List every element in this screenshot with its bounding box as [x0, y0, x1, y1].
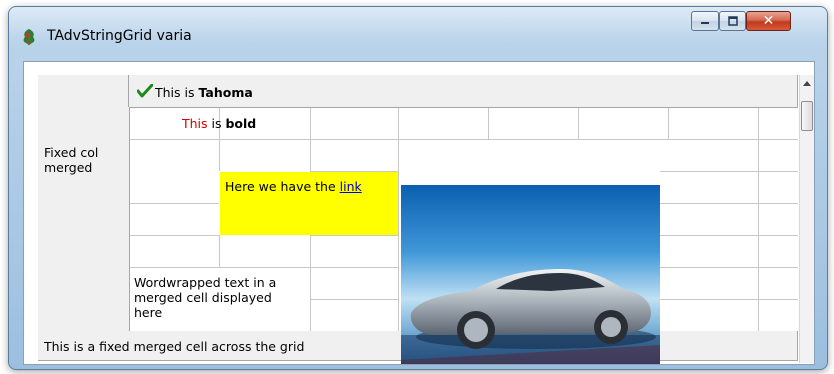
- grid-line-h: [310, 235, 398, 236]
- grid-line-v: [398, 75, 399, 331]
- minimize-icon: [701, 22, 709, 24]
- fixed-col-cell: [38, 299, 130, 332]
- red-text: This: [182, 116, 208, 131]
- wordwrapped-cell: Wordwrapped text in a merged cell displa…: [134, 275, 277, 320]
- header-bold: Tahoma: [198, 85, 253, 100]
- string-grid[interactable]: This is Tahoma This is bold Fixed col me…: [38, 75, 798, 364]
- fixed-header-cell: [578, 75, 669, 108]
- grid-line-h: [660, 203, 798, 204]
- grid-line-h: [660, 299, 798, 300]
- grid-line-h: [129, 267, 398, 268]
- client-area: This is Tahoma This is bold Fixed col me…: [23, 61, 815, 365]
- fixed-header-cell: [668, 75, 759, 108]
- bold-text: bold: [225, 116, 257, 131]
- app-window: TAdvStringGrid varia ✕ This is Tahoma Th…: [8, 6, 828, 370]
- bold-cell: This is bold: [182, 116, 256, 131]
- grid-line-h: [38, 139, 798, 140]
- car-image: [401, 185, 660, 364]
- fixed-header-cell: [758, 75, 798, 108]
- grid-line-h: [129, 235, 219, 236]
- bold-mid-text: is: [207, 116, 226, 131]
- vertical-scrollbar[interactable]: [799, 75, 814, 363]
- window-title: TAdvStringGrid varia: [47, 28, 192, 44]
- close-button[interactable]: ✕: [746, 11, 791, 31]
- fixed-header-cell: [310, 75, 399, 108]
- grid-line-h: [129, 203, 219, 204]
- app-icon: [23, 29, 35, 45]
- grid-line-v: [219, 235, 220, 267]
- fixed-col-merged-text: Fixed col merged: [44, 145, 99, 175]
- fixed-col-cell: [38, 203, 130, 236]
- minimize-button[interactable]: [691, 11, 719, 31]
- link-prefix: Here we have the: [225, 179, 340, 194]
- grid-line-v: [758, 75, 759, 331]
- header-prefix: This is: [155, 85, 199, 100]
- checkmark-icon: [137, 84, 153, 98]
- fixed-header-cell: [38, 75, 129, 108]
- fixed-header-cell: [488, 75, 579, 108]
- maximize-button[interactable]: [719, 11, 746, 31]
- link-cell-text: Here we have the link: [225, 179, 362, 194]
- fixed-merged-row-text: This is a fixed merged cell across the g…: [44, 339, 305, 354]
- grid-link[interactable]: link: [340, 179, 362, 194]
- fixed-col-cell: [38, 235, 130, 268]
- header-tahoma-cell: This is Tahoma: [155, 85, 253, 100]
- fixed-col-cell: [38, 107, 130, 140]
- fixed-header-cell: [398, 75, 489, 108]
- close-icon: ✕: [762, 13, 775, 29]
- fixed-col-cell: [38, 267, 130, 300]
- grid-line-h: [310, 299, 398, 300]
- grid-line-h: [660, 235, 798, 236]
- grid-line-h: [660, 267, 798, 268]
- scroll-thumb[interactable]: [801, 101, 813, 131]
- grid-line-h: [660, 171, 798, 172]
- title-bar[interactable]: TAdvStringGrid varia ✕: [9, 7, 827, 59]
- scroll-up-icon[interactable]: [803, 81, 811, 86]
- maximize-icon: [727, 16, 738, 26]
